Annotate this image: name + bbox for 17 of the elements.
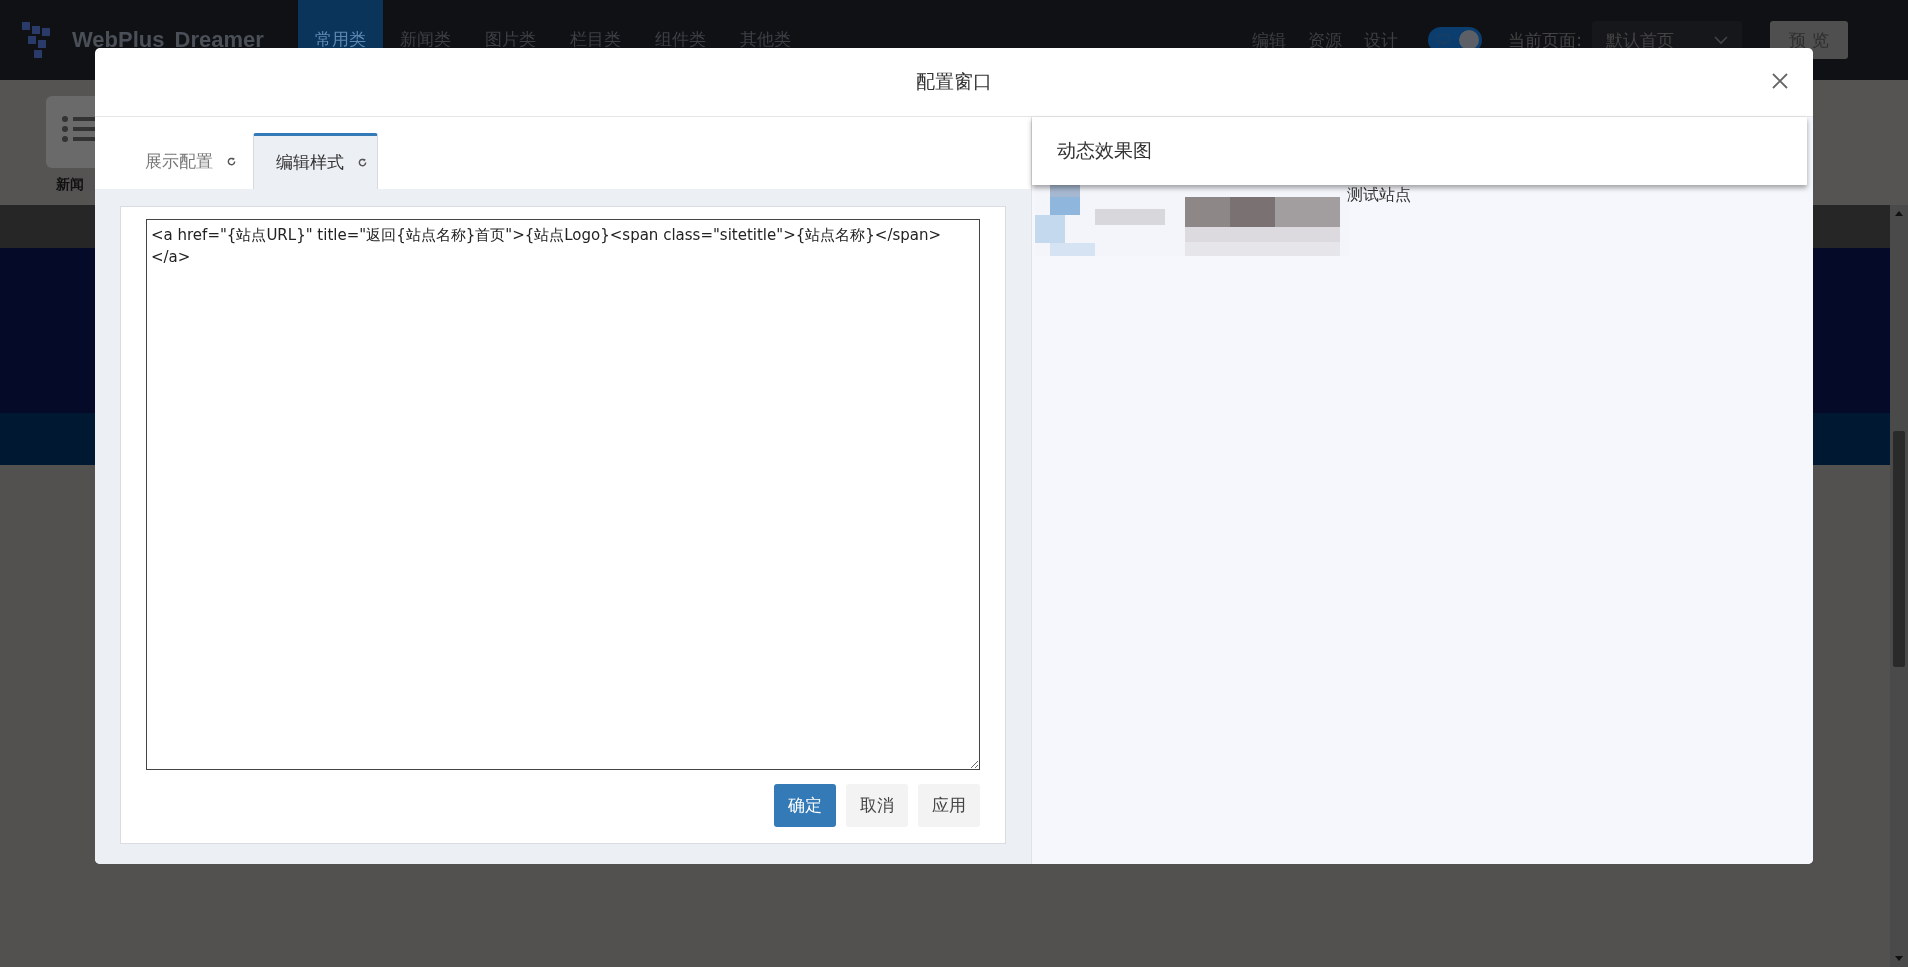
- logo-text: WebPlus: [72, 27, 165, 53]
- preview-title: 动态效果图: [1057, 138, 1152, 163]
- dialog-title: 配置窗口: [916, 69, 992, 94]
- dialog-button[interactable]: 取消: [846, 784, 908, 827]
- refresh-icon[interactable]: [358, 158, 367, 167]
- tile-label: 新闻: [56, 176, 84, 194]
- site-name: 测试站点: [1347, 185, 1411, 206]
- chevron-down-icon: [1714, 35, 1728, 45]
- refresh-icon[interactable]: [227, 157, 236, 166]
- close-icon[interactable]: [1771, 72, 1789, 90]
- dialog-button[interactable]: 确定: [774, 784, 836, 827]
- code-editor-field[interactable]: <a href="{站点URL}" title="返回{站点名称}首页">{站点Logo}<span class="sitetitle">{站点名称}</span></a>: [146, 219, 980, 770]
- scrollbar[interactable]: [1890, 205, 1908, 967]
- logo-text: Dreamer: [174, 27, 264, 53]
- tab[interactable]: 展示配置: [128, 133, 253, 189]
- dialog-button[interactable]: 应用: [918, 784, 980, 827]
- tab[interactable]: 编辑样式: [253, 133, 378, 189]
